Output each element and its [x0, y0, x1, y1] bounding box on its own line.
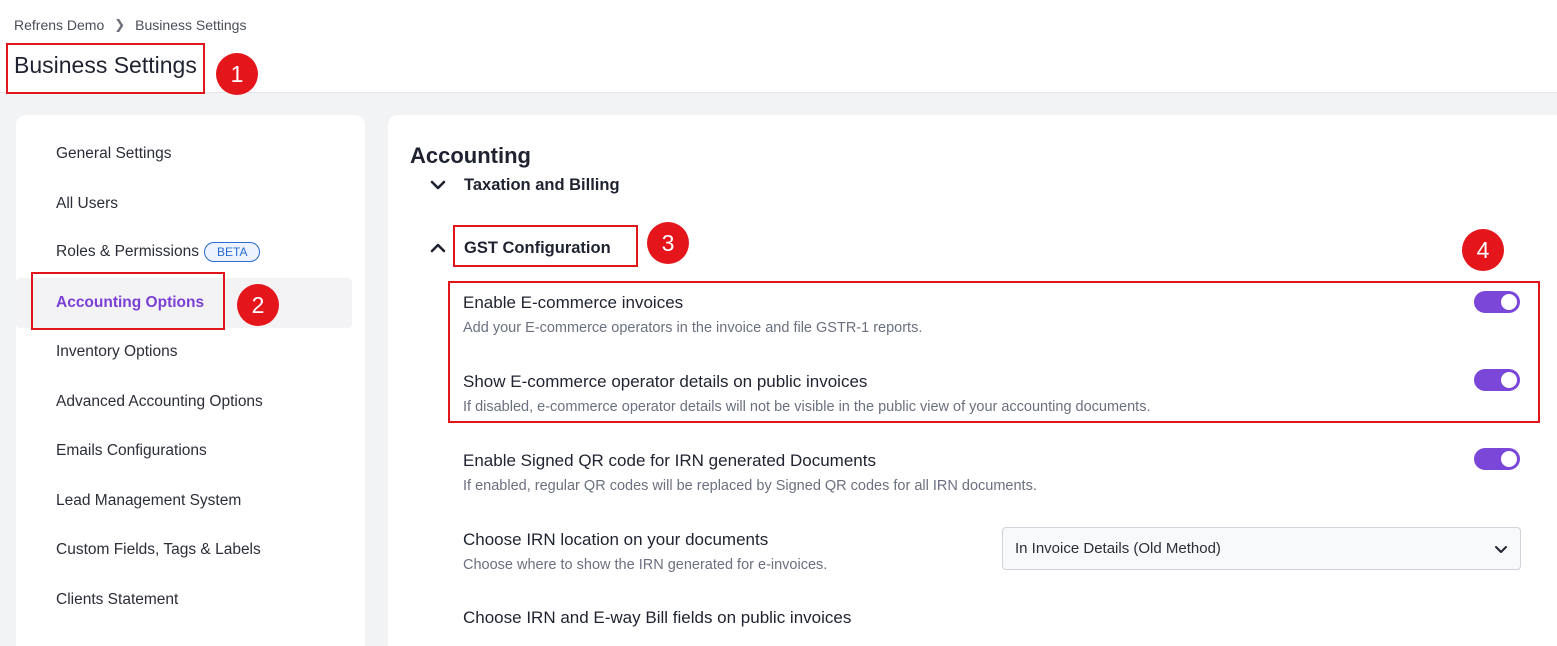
sidebar-item-label: Custom Fields, Tags & Labels: [56, 541, 261, 558]
sidebar-item-inventory-options[interactable]: Inventory Options: [56, 343, 177, 361]
sidebar-item-label: Lead Management System: [56, 492, 242, 509]
callout-badge-4: 4: [1462, 229, 1504, 271]
sidebar-item-label: Roles & Permissions: [56, 243, 199, 260]
breadcrumb-root[interactable]: Refrens Demo: [14, 17, 104, 33]
sidebar-item-label: All Users: [56, 195, 119, 212]
sidebar-item-label: Advanced Accounting Options: [56, 393, 263, 410]
setting-description: Choose where to show the IRN generated f…: [463, 557, 828, 573]
setting-signed-qr-code: Enable Signed QR code for IRN generated …: [463, 451, 1037, 494]
irn-location-select[interactable]: In Invoice Details (Old Method): [1002, 527, 1521, 570]
signed-qr-code-toggle[interactable]: [1474, 448, 1520, 470]
collapse-label: Taxation and Billing: [464, 175, 620, 194]
sidebar-item-clients-statement[interactable]: Clients Statement: [56, 591, 178, 609]
sidebar-item-label: Emails Configurations: [56, 442, 207, 459]
callout-badge-1: 1: [216, 53, 258, 95]
sidebar-item-emails-configurations[interactable]: Emails Configurations: [56, 442, 207, 460]
callout-box-4: [448, 281, 1540, 423]
callout-box-1: [6, 43, 205, 94]
callout-badge-2: 2: [237, 284, 279, 326]
sidebar-item-general-settings[interactable]: General Settings: [56, 145, 171, 163]
beta-badge: BETA: [204, 242, 261, 262]
setting-label: Choose IRN location on your documents: [463, 530, 769, 549]
sidebar-item-custom-fields[interactable]: Custom Fields, Tags & Labels: [56, 541, 261, 559]
select-value: In Invoice Details (Old Method): [1015, 540, 1221, 557]
sidebar-item-advanced-accounting-options[interactable]: Advanced Accounting Options: [56, 393, 263, 411]
chevron-up-icon: [430, 243, 446, 253]
sidebar-item-label: General Settings: [56, 145, 172, 162]
setting-label: Choose IRN and E-way Bill fields on publ…: [463, 608, 852, 627]
callout-badge-3: 3: [647, 222, 689, 264]
sidebar-item-roles-permissions[interactable]: Roles & Permissions BETA: [56, 242, 261, 262]
breadcrumb-current: Business Settings: [135, 17, 247, 33]
chevron-down-icon: [430, 180, 446, 190]
toggle-knob: [1501, 451, 1517, 467]
chevron-right-icon: ❯: [114, 17, 126, 32]
setting-label: Enable Signed QR code for IRN generated …: [463, 451, 876, 470]
sidebar-item-lead-management-system[interactable]: Lead Management System: [56, 492, 241, 510]
breadcrumb: Refrens Demo ❯ Business Settings: [14, 17, 246, 33]
sidebar-item-label: Inventory Options: [56, 343, 178, 360]
callout-box-2: [31, 272, 225, 330]
section-title: Accounting: [410, 143, 531, 168]
callout-box-3: [453, 225, 638, 267]
chevron-down-icon: [1495, 546, 1507, 553]
setting-irn-location: Choose IRN location on your documents Ch…: [463, 530, 827, 573]
sidebar-item-label: Clients Statement: [56, 591, 179, 608]
sidebar-item-all-users[interactable]: All Users: [56, 195, 118, 213]
setting-description: If enabled, regular QR codes will be rep…: [463, 478, 1037, 494]
taxation-billing-toggle[interactable]: Taxation and Billing: [428, 175, 620, 195]
setting-irn-eway-fields: Choose IRN and E-way Bill fields on publ…: [463, 608, 851, 628]
